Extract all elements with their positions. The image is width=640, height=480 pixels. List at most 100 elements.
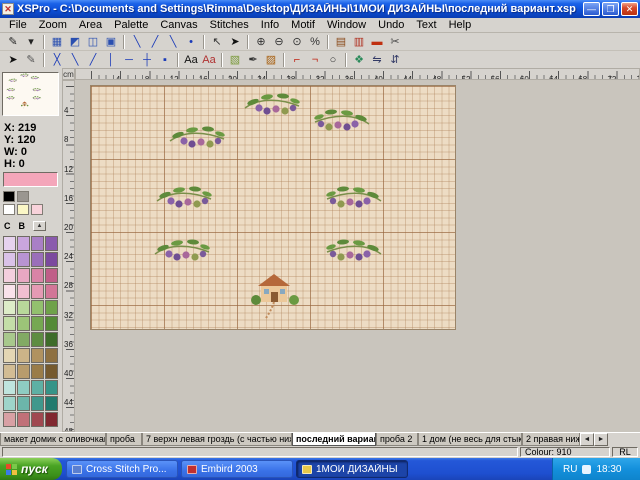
palette-swatch[interactable]	[45, 300, 58, 315]
menu-item-window[interactable]: Window	[321, 19, 372, 31]
stitch-horizontal-icon[interactable]: ─	[120, 52, 138, 68]
maximize-button[interactable]: ❐	[602, 2, 619, 16]
minimize-button[interactable]: —	[583, 2, 600, 16]
palette-swatch[interactable]	[31, 284, 44, 299]
palette-swatch[interactable]	[17, 412, 30, 427]
tray-icon[interactable]	[582, 465, 591, 474]
palette-swatch[interactable]	[31, 316, 44, 331]
select-arrow-icon[interactable]: ➤	[226, 34, 244, 50]
mirror-vertical-icon[interactable]: ⇵	[386, 52, 404, 68]
taskbar-task[interactable]: Embird 2003	[181, 460, 293, 478]
palette-swatch[interactable]	[45, 284, 58, 299]
palette-swatch[interactable]	[31, 236, 44, 251]
palette-swatch[interactable]	[3, 284, 16, 299]
menu-item-zoom[interactable]: Zoom	[33, 19, 73, 31]
zoom-out-icon[interactable]: ⊖	[270, 34, 288, 50]
palette-swatch[interactable]	[31, 348, 44, 363]
french-knot-icon[interactable]: •	[182, 34, 200, 50]
stitch-cross-icon[interactable]: ╳	[48, 52, 66, 68]
design-tab[interactable]: проба 2	[376, 433, 418, 446]
petite-stitch-icon[interactable]: ▣	[102, 34, 120, 50]
palette-swatch[interactable]	[31, 412, 44, 427]
fabric-color-icon[interactable]: ▥	[350, 34, 368, 50]
title-bar[interactable]: ✕ XSPro - C:\Documents and Settings\Rimm…	[0, 0, 640, 18]
palette-swatch[interactable]	[31, 332, 44, 347]
zoom-actual-icon[interactable]: ⊙	[288, 34, 306, 50]
pencil-dropdown-icon[interactable]: ▾	[22, 34, 40, 50]
color-swatch[interactable]	[3, 204, 15, 215]
design-tab[interactable]: 2 правая ниж гр...	[522, 433, 580, 446]
menu-item-help[interactable]: Help	[443, 19, 478, 31]
backstitch-down-icon[interactable]: ╲	[128, 34, 146, 50]
circle-tool-icon[interactable]: ○	[324, 52, 342, 68]
tab-scroll-right[interactable]: ►	[594, 433, 608, 446]
palette-swatch[interactable]	[3, 364, 16, 379]
color-swatch[interactable]	[3, 191, 15, 202]
palette-swatch[interactable]	[3, 236, 16, 251]
backstitch-up-icon[interactable]: ╱	[146, 34, 164, 50]
palette-swatch[interactable]	[31, 380, 44, 395]
corner-left-icon[interactable]: ⌐	[288, 52, 306, 68]
color-swatch[interactable]	[31, 204, 43, 215]
ruler-toggle-icon[interactable]: ▬	[368, 34, 386, 50]
brush-icon[interactable]: ✎	[22, 52, 40, 68]
palette-swatch[interactable]	[45, 268, 58, 283]
cursor-icon[interactable]: ➤	[4, 52, 22, 68]
stitch-plus-icon[interactable]: ┼	[138, 52, 156, 68]
selected-color-swatch[interactable]	[3, 172, 58, 187]
palette-swatch[interactable]	[3, 316, 16, 331]
menu-item-canvas[interactable]: Canvas	[154, 19, 203, 31]
motif-icon[interactable]: ❖	[350, 52, 368, 68]
color-swatch[interactable]	[17, 191, 29, 202]
menu-item-stitches[interactable]: Stitches	[204, 19, 255, 31]
palette-swatch[interactable]	[31, 396, 44, 411]
palette-swatch[interactable]	[17, 364, 30, 379]
full-stitch-icon[interactable]: ▦	[48, 34, 66, 50]
palette-swatch[interactable]	[17, 236, 30, 251]
palette-swatch[interactable]	[17, 268, 30, 283]
palette-swatch[interactable]	[17, 396, 30, 411]
palette-swatch[interactable]	[45, 316, 58, 331]
palette-swatch[interactable]	[17, 300, 30, 315]
stitch-half-up-icon[interactable]: ╱	[84, 52, 102, 68]
palette-swatch[interactable]	[31, 252, 44, 267]
flood-fill-icon[interactable]: ▨	[262, 52, 280, 68]
move-arrow-icon[interactable]: ↖	[208, 34, 226, 50]
palette-swatch[interactable]	[31, 364, 44, 379]
design-tab[interactable]: 1 дом (не весь для стыковки)	[418, 433, 522, 446]
menu-item-palette[interactable]: Palette	[108, 19, 154, 31]
palette-swatch[interactable]	[3, 332, 16, 347]
menu-item-info[interactable]: Info	[255, 19, 285, 31]
clock[interactable]: 18:30	[596, 464, 621, 475]
palette-swatch[interactable]	[17, 252, 30, 267]
palette-swatch[interactable]	[45, 348, 58, 363]
corner-right-icon[interactable]: ¬	[306, 52, 324, 68]
palette-swatch[interactable]	[17, 332, 30, 347]
palette-swatch[interactable]	[45, 236, 58, 251]
scissors-icon[interactable]: ✂	[386, 34, 404, 50]
palette-swatch[interactable]	[31, 300, 44, 315]
design-canvas[interactable]	[75, 80, 640, 432]
palette-swatch[interactable]	[17, 380, 30, 395]
menu-item-undo[interactable]: Undo	[372, 19, 410, 31]
zoom-percent-icon[interactable]: %	[306, 34, 324, 50]
palette-icon[interactable]: ▧	[226, 52, 244, 68]
start-button[interactable]: пуск	[0, 458, 62, 480]
menu-item-motif[interactable]: Motif	[285, 19, 321, 31]
palette-swatch[interactable]	[3, 412, 16, 427]
quarter-stitch-icon[interactable]: ◫	[84, 34, 102, 50]
design-tab[interactable]: проба	[106, 433, 142, 446]
palette-swatch[interactable]	[3, 380, 16, 395]
palette-swatch[interactable]	[45, 252, 58, 267]
palette-swatch[interactable]	[45, 412, 58, 427]
palette-swatch[interactable]	[45, 380, 58, 395]
design-tab[interactable]: макет домик с оливочками	[0, 433, 106, 446]
stitch-dot-icon[interactable]: ▪	[156, 52, 174, 68]
pencil-tool-icon[interactable]: ✎	[4, 34, 22, 50]
palette-swatch[interactable]	[17, 316, 30, 331]
palette-swatch[interactable]	[31, 268, 44, 283]
menu-item-text[interactable]: Text	[410, 19, 442, 31]
half-stitch-icon[interactable]: ◩	[66, 34, 84, 50]
palette-sort-button[interactable]: ▲	[33, 221, 46, 231]
stitch-vertical-icon[interactable]: │	[102, 52, 120, 68]
